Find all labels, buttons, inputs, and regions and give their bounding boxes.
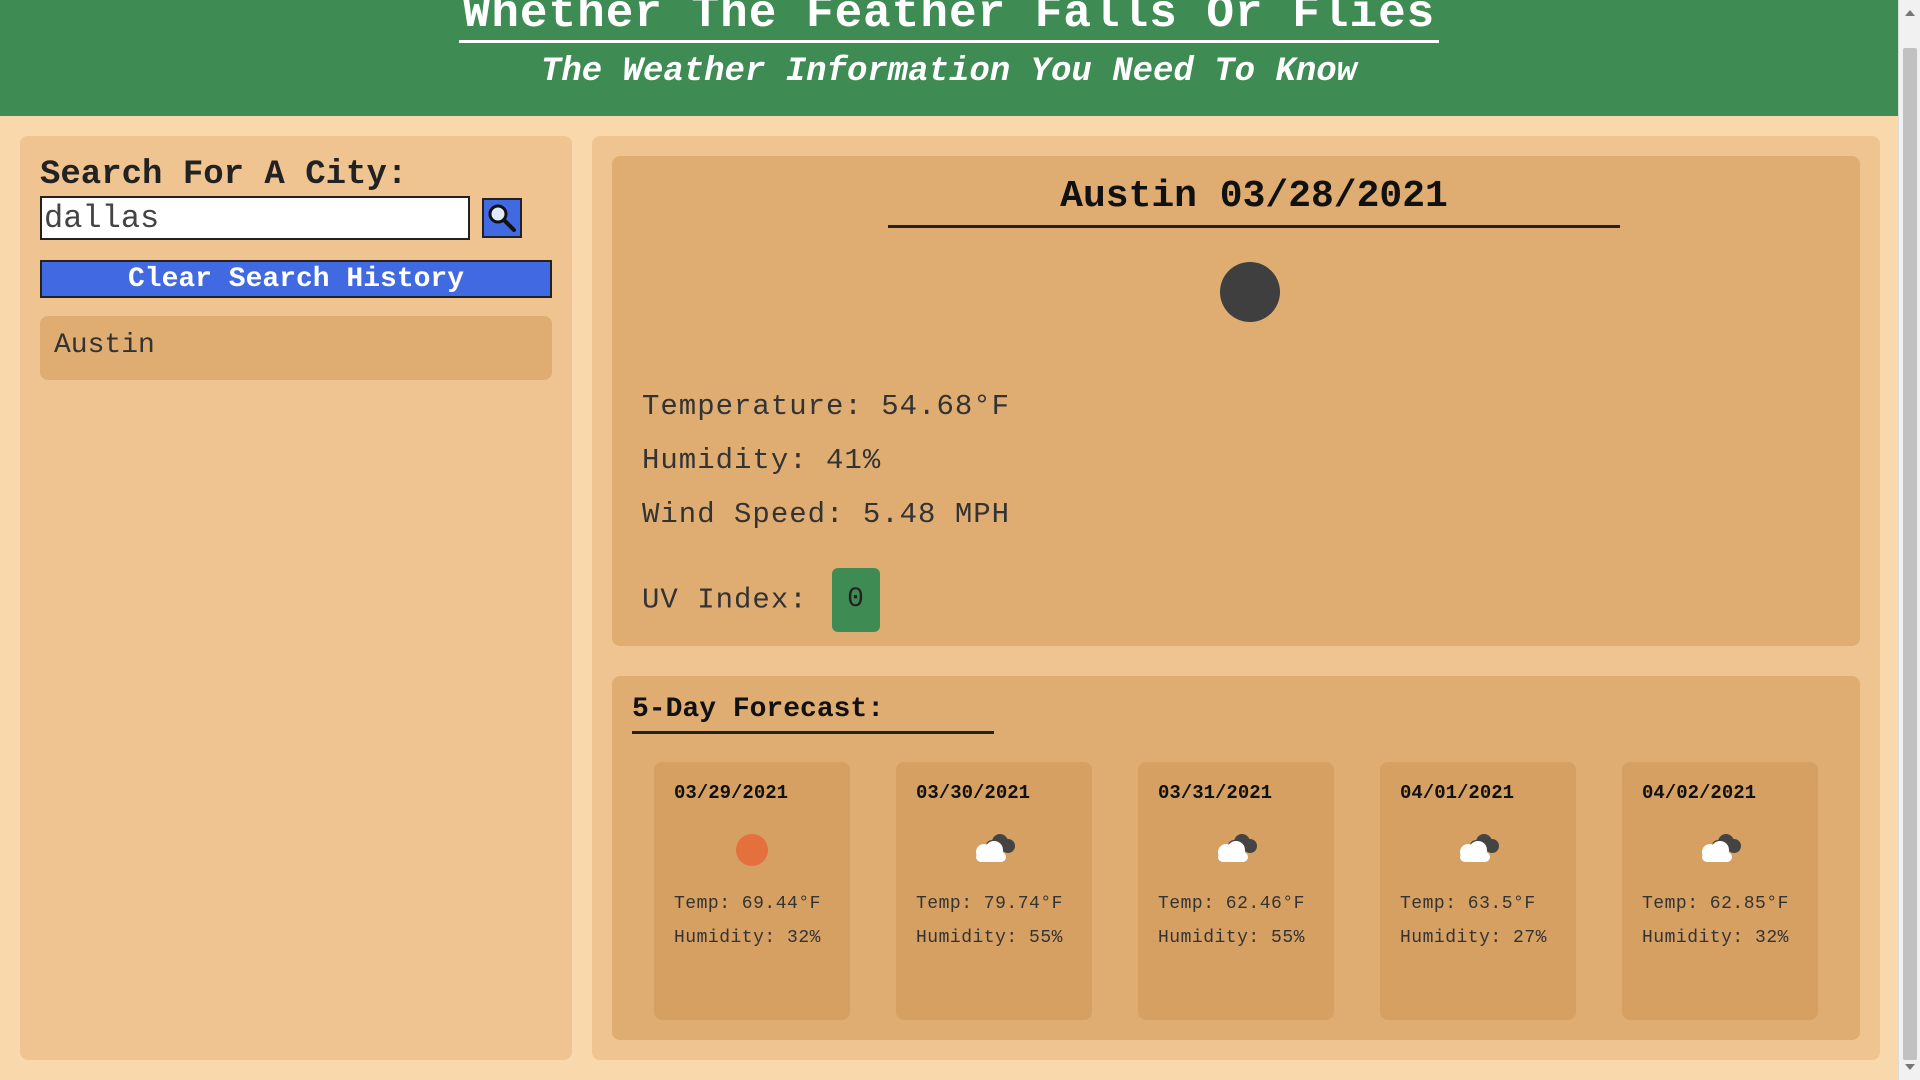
vertical-scrollbar[interactable]	[1898, 0, 1920, 1080]
city-search-input[interactable]	[40, 196, 470, 240]
clear-history-button[interactable]: Clear Search History	[40, 260, 552, 298]
forecast-card: 03/30/2021 Temp: 79.74°F Humidity: 55%	[896, 762, 1092, 1020]
weather-main: Austin 03/28/2021 Temperature: 54.68°F H…	[592, 136, 1880, 1060]
scrollbar-thumb[interactable]	[1903, 48, 1917, 1060]
cloud-icon	[1702, 834, 1741, 862]
cloud-icon	[1460, 834, 1499, 862]
current-city-date: Austin 03/28/2021	[888, 168, 1620, 228]
forecast-temp: Temp: 79.74°F	[916, 894, 1063, 914]
search-sidebar: Search For A City: Clear Search History …	[20, 136, 572, 1060]
page-header: Whether The Feather Falls Or Flies The W…	[0, 0, 1898, 116]
forecast-card: 03/29/2021 Temp: 69.44°F Humidity: 32%	[654, 762, 850, 1020]
moon-icon	[1220, 262, 1280, 322]
uv-index-label: UV Index:	[642, 583, 808, 617]
forecast-date: 04/02/2021	[1642, 782, 1757, 804]
scroll-down-arrow-icon[interactable]	[1905, 1064, 1915, 1070]
cloud-icon	[976, 834, 1015, 862]
forecast-temp: Temp: 63.5°F	[1400, 894, 1536, 914]
current-weather-card: Austin 03/28/2021 Temperature: 54.68°F H…	[612, 156, 1860, 646]
current-humidity: Humidity: 41%	[642, 444, 882, 477]
forecast-temp: Temp: 69.44°F	[674, 894, 821, 914]
forecast-humidity: Humidity: 55%	[916, 928, 1063, 948]
uv-index-badge: 0	[832, 568, 881, 632]
search-button[interactable]	[482, 198, 522, 238]
forecast-date: 03/30/2021	[916, 782, 1031, 804]
site-subtitle: The Weather Information You Need To Know	[540, 53, 1358, 91]
forecast-card: 04/01/2021 Temp: 63.5°F Humidity: 27%	[1380, 762, 1576, 1020]
sun-icon	[736, 834, 768, 866]
history-item-austin[interactable]: Austin	[40, 316, 552, 380]
forecast-title: 5-Day Forecast:	[632, 694, 994, 734]
current-temperature: Temperature: 54.68°F	[642, 390, 1011, 423]
forecast-temp: Temp: 62.46°F	[1158, 894, 1305, 914]
forecast-humidity: Humidity: 27%	[1400, 928, 1547, 948]
forecast-card: 04/02/2021 Temp: 62.85°F Humidity: 32%	[1622, 762, 1818, 1020]
current-wind-speed: Wind Speed: 5.48 MPH	[642, 498, 1011, 531]
forecast-date: 03/31/2021	[1158, 782, 1273, 804]
search-history-list: Austin	[40, 316, 552, 380]
forecast-humidity: Humidity: 32%	[674, 928, 821, 948]
forecast-section: 5-Day Forecast: 03/29/2021 Temp: 69.44°F…	[612, 676, 1860, 1040]
uv-index-row: UV Index: 0	[642, 568, 881, 632]
magnifier-icon	[488, 204, 516, 232]
search-label: Search For A City:	[40, 156, 408, 194]
forecast-humidity: Humidity: 32%	[1642, 928, 1789, 948]
scroll-up-arrow-icon[interactable]	[1905, 10, 1915, 16]
cloud-icon	[1218, 834, 1257, 862]
forecast-humidity: Humidity: 55%	[1158, 928, 1305, 948]
forecast-date: 03/29/2021	[674, 782, 789, 804]
forecast-card: 03/31/2021 Temp: 62.46°F Humidity: 55%	[1138, 762, 1334, 1020]
forecast-date: 04/01/2021	[1400, 782, 1515, 804]
forecast-temp: Temp: 62.85°F	[1642, 894, 1789, 914]
site-title: Whether The Feather Falls Or Flies	[458, 0, 1440, 43]
